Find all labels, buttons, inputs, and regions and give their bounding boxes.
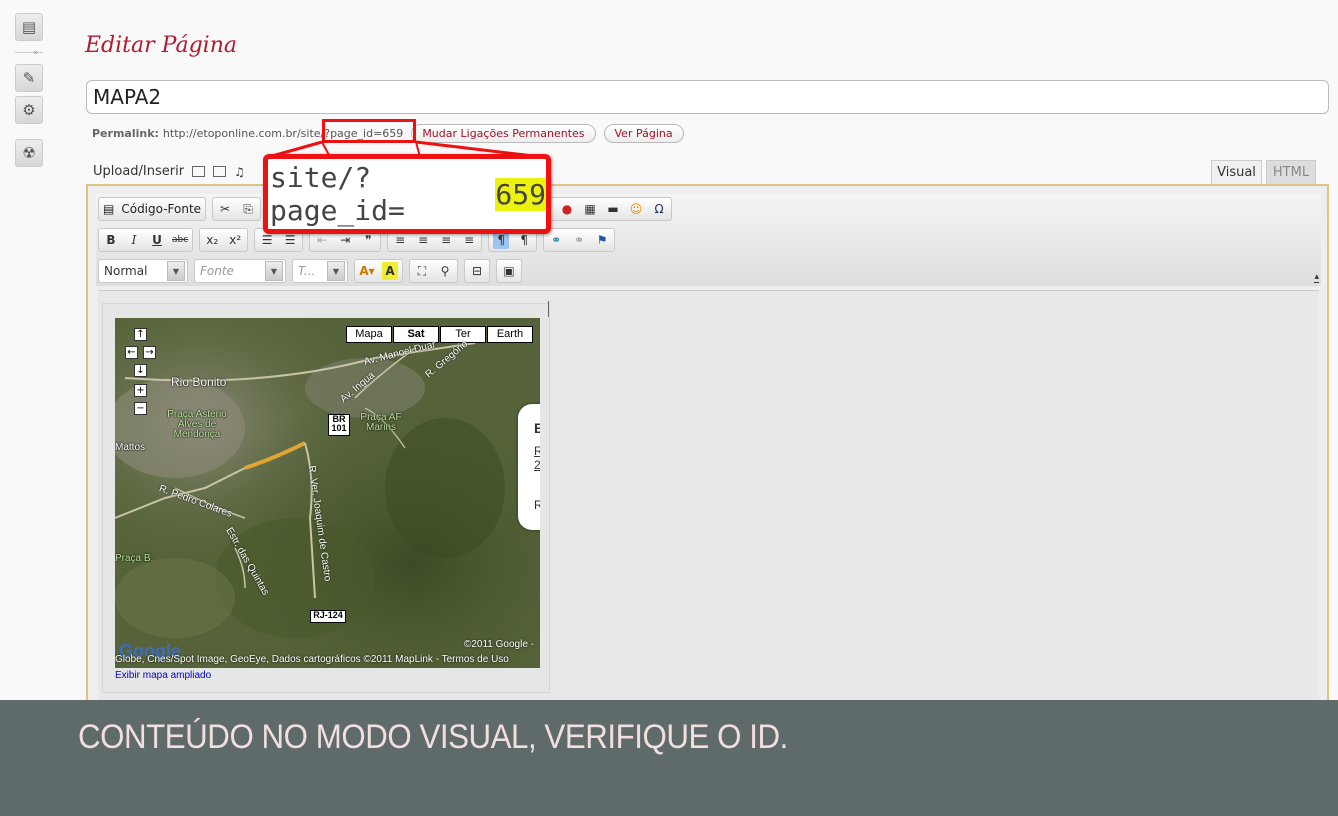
br-101-shield: BR 101	[328, 414, 350, 436]
font-placeholder: Fonte	[200, 264, 234, 278]
place-praca-asterio: Praça Astério Alves de Mendonça	[167, 409, 227, 440]
info-line-1[interactable]: R	[534, 444, 540, 458]
pan-right-button[interactable]: →	[143, 346, 156, 359]
add-video-icon[interactable]	[213, 166, 227, 177]
rj-124-shield: RJ-124	[310, 610, 346, 623]
map-type-earth[interactable]: Earth	[487, 326, 533, 343]
source-button[interactable]: ▤ Código-Fonte	[98, 197, 207, 221]
paste-word-icon[interactable]: ▣	[501, 262, 517, 280]
copy-icon[interactable]: ⎘	[240, 200, 256, 218]
more-group: ⊟	[464, 259, 490, 283]
pan-down-button[interactable]: ↓	[134, 364, 147, 377]
source-label: Código-Fonte	[121, 202, 202, 216]
unlink-icon[interactable]: ⚭	[571, 231, 587, 249]
cut-icon[interactable]: ✂	[217, 200, 233, 218]
maximize-icon[interactable]: ⛶	[414, 262, 430, 280]
show-blocks-icon[interactable]: ⚲	[437, 262, 453, 280]
plugins-icon[interactable]: ✎	[15, 64, 43, 92]
smiley-icon[interactable]: ☺	[628, 200, 644, 218]
superscript-icon[interactable]: x²	[227, 231, 243, 249]
strikethrough-icon[interactable]: abc	[172, 231, 188, 249]
italic-icon[interactable]: I	[126, 231, 142, 249]
instruction-text: CONTEÚDO NO MODO VISUAL, VERIFIQUE O ID.	[78, 718, 788, 756]
script-group: x₂ x²	[199, 228, 249, 252]
map-info-window: B R 2 R	[518, 404, 540, 530]
collapse-toolbar-icon[interactable]: ▴	[1314, 272, 1319, 283]
collapse-arrow-icon[interactable]: »	[33, 48, 39, 58]
chevron-down-icon: ▼	[327, 261, 345, 281]
pan-left-button[interactable]: ←	[125, 346, 138, 359]
link-group: ⚭ ⚭ ⚑	[543, 228, 616, 252]
view-page-button[interactable]: Ver Página	[603, 124, 684, 143]
page-title: Editar Página	[85, 33, 237, 58]
color-group: A▾ A	[354, 259, 403, 283]
add-audio-icon[interactable]: ♫	[234, 165, 245, 179]
admin-sidebar: ▤ » ✎ ⚙ ☢	[0, 0, 60, 700]
place-mattos: Mattos	[115, 442, 146, 453]
source-icon: ▤	[103, 202, 115, 216]
underline-icon[interactable]: U	[149, 231, 165, 249]
zoom-callout: site/?page_id= 659	[263, 154, 551, 234]
flash-icon[interactable]: ●	[559, 200, 575, 218]
font-select[interactable]: Fonte ▼	[194, 259, 286, 283]
upload-label: Upload/Inserir	[93, 164, 185, 179]
settings-icon[interactable]: ☢	[15, 139, 43, 167]
callout-page-id: 659	[495, 177, 546, 211]
view-group: ⛶ ⚲	[409, 259, 458, 283]
place-praca-af: Praça AF Marins	[360, 412, 402, 433]
map-copyright: ©2011 Google -	[463, 639, 534, 650]
text-color-icon[interactable]: A▾	[359, 262, 375, 280]
callout-prefix: site/?page_id=	[270, 161, 405, 227]
change-permalinks-button[interactable]: Mudar Ligações Permanentes	[411, 124, 596, 143]
place-rio-bonito: Rio Bonito	[171, 375, 227, 389]
rich-text-editor: ▤ Código-Fonte ✂ ⎘ ▣ ● ▦ ▬ ☺ Ω B I U	[86, 184, 1329, 714]
anchor-flag-icon[interactable]: ⚑	[594, 231, 610, 249]
tab-visual[interactable]: Visual	[1211, 160, 1262, 185]
upload-insert-bar: Upload/Inserir ♫	[93, 164, 245, 179]
add-image-icon[interactable]	[192, 166, 206, 177]
horizontal-rule-icon[interactable]: ▬	[605, 200, 621, 218]
post-title-input[interactable]	[86, 80, 1329, 114]
text-style-group: B I U abc	[98, 228, 194, 252]
info-line-2[interactable]: 2	[534, 458, 540, 472]
clipboard-group: ✂ ⎘	[212, 197, 262, 221]
pages-icon[interactable]: ▤	[15, 13, 43, 41]
place-praca-b: Praça B.	[115, 553, 154, 564]
bold-icon[interactable]: B	[103, 231, 119, 249]
link-icon[interactable]: ⚭	[548, 231, 564, 249]
chevron-down-icon: ▼	[167, 261, 185, 281]
permalink-id-highlight	[322, 119, 416, 143]
map-attribution[interactable]: Globe, Cnes/Spot Image, GeoEye, Dados ca…	[115, 654, 540, 665]
pan-up-button[interactable]: ↑	[134, 328, 147, 341]
size-placeholder: T...	[298, 264, 316, 278]
zoom-in-button[interactable]: +	[134, 384, 147, 397]
text-cursor	[548, 301, 549, 317]
format-value: Normal	[104, 264, 148, 278]
special-char-icon[interactable]: Ω	[651, 200, 667, 218]
view-larger-map-link[interactable]: Exibir mapa ampliado	[115, 670, 211, 681]
paste-group: ▣	[496, 259, 522, 283]
page-break-icon[interactable]: ⊟	[469, 262, 485, 280]
map-type-mapa[interactable]: Mapa	[346, 326, 392, 343]
google-map[interactable]: ↑ ← → ↓ + − Mapa Sat Ter Earth Rio Bonit…	[115, 318, 540, 668]
subscript-icon[interactable]: x₂	[204, 231, 220, 249]
editor-content-area[interactable]: ↑ ← → ↓ + − Mapa Sat Ter Earth Rio Bonit…	[98, 290, 1319, 711]
map-embed-frame: ↑ ← → ↓ + − Mapa Sat Ter Earth Rio Bonit…	[102, 303, 550, 693]
sidebar-separator	[15, 52, 43, 53]
chevron-down-icon: ▼	[265, 261, 283, 281]
tools-icon[interactable]: ⚙	[15, 96, 43, 124]
background-color-icon[interactable]: A	[382, 262, 398, 280]
zoom-out-button[interactable]: −	[134, 402, 147, 415]
insert-group: ▣ ● ▦ ▬ ☺ Ω	[531, 197, 673, 221]
table-icon[interactable]: ▦	[582, 200, 598, 218]
permalink-label: Permalink:	[92, 127, 159, 140]
size-select[interactable]: T... ▼	[292, 259, 348, 283]
shield-br-number: 101	[331, 423, 347, 433]
info-title: B	[534, 420, 540, 436]
tab-html[interactable]: HTML	[1266, 160, 1316, 185]
info-line-3[interactable]: R	[534, 498, 540, 512]
format-select[interactable]: Normal ▼	[98, 259, 188, 283]
toolbar-row-3: Normal ▼ Fonte ▼ T... ▼ A▾ A ⛶ ⚲ ⊟ ▣	[98, 258, 522, 284]
